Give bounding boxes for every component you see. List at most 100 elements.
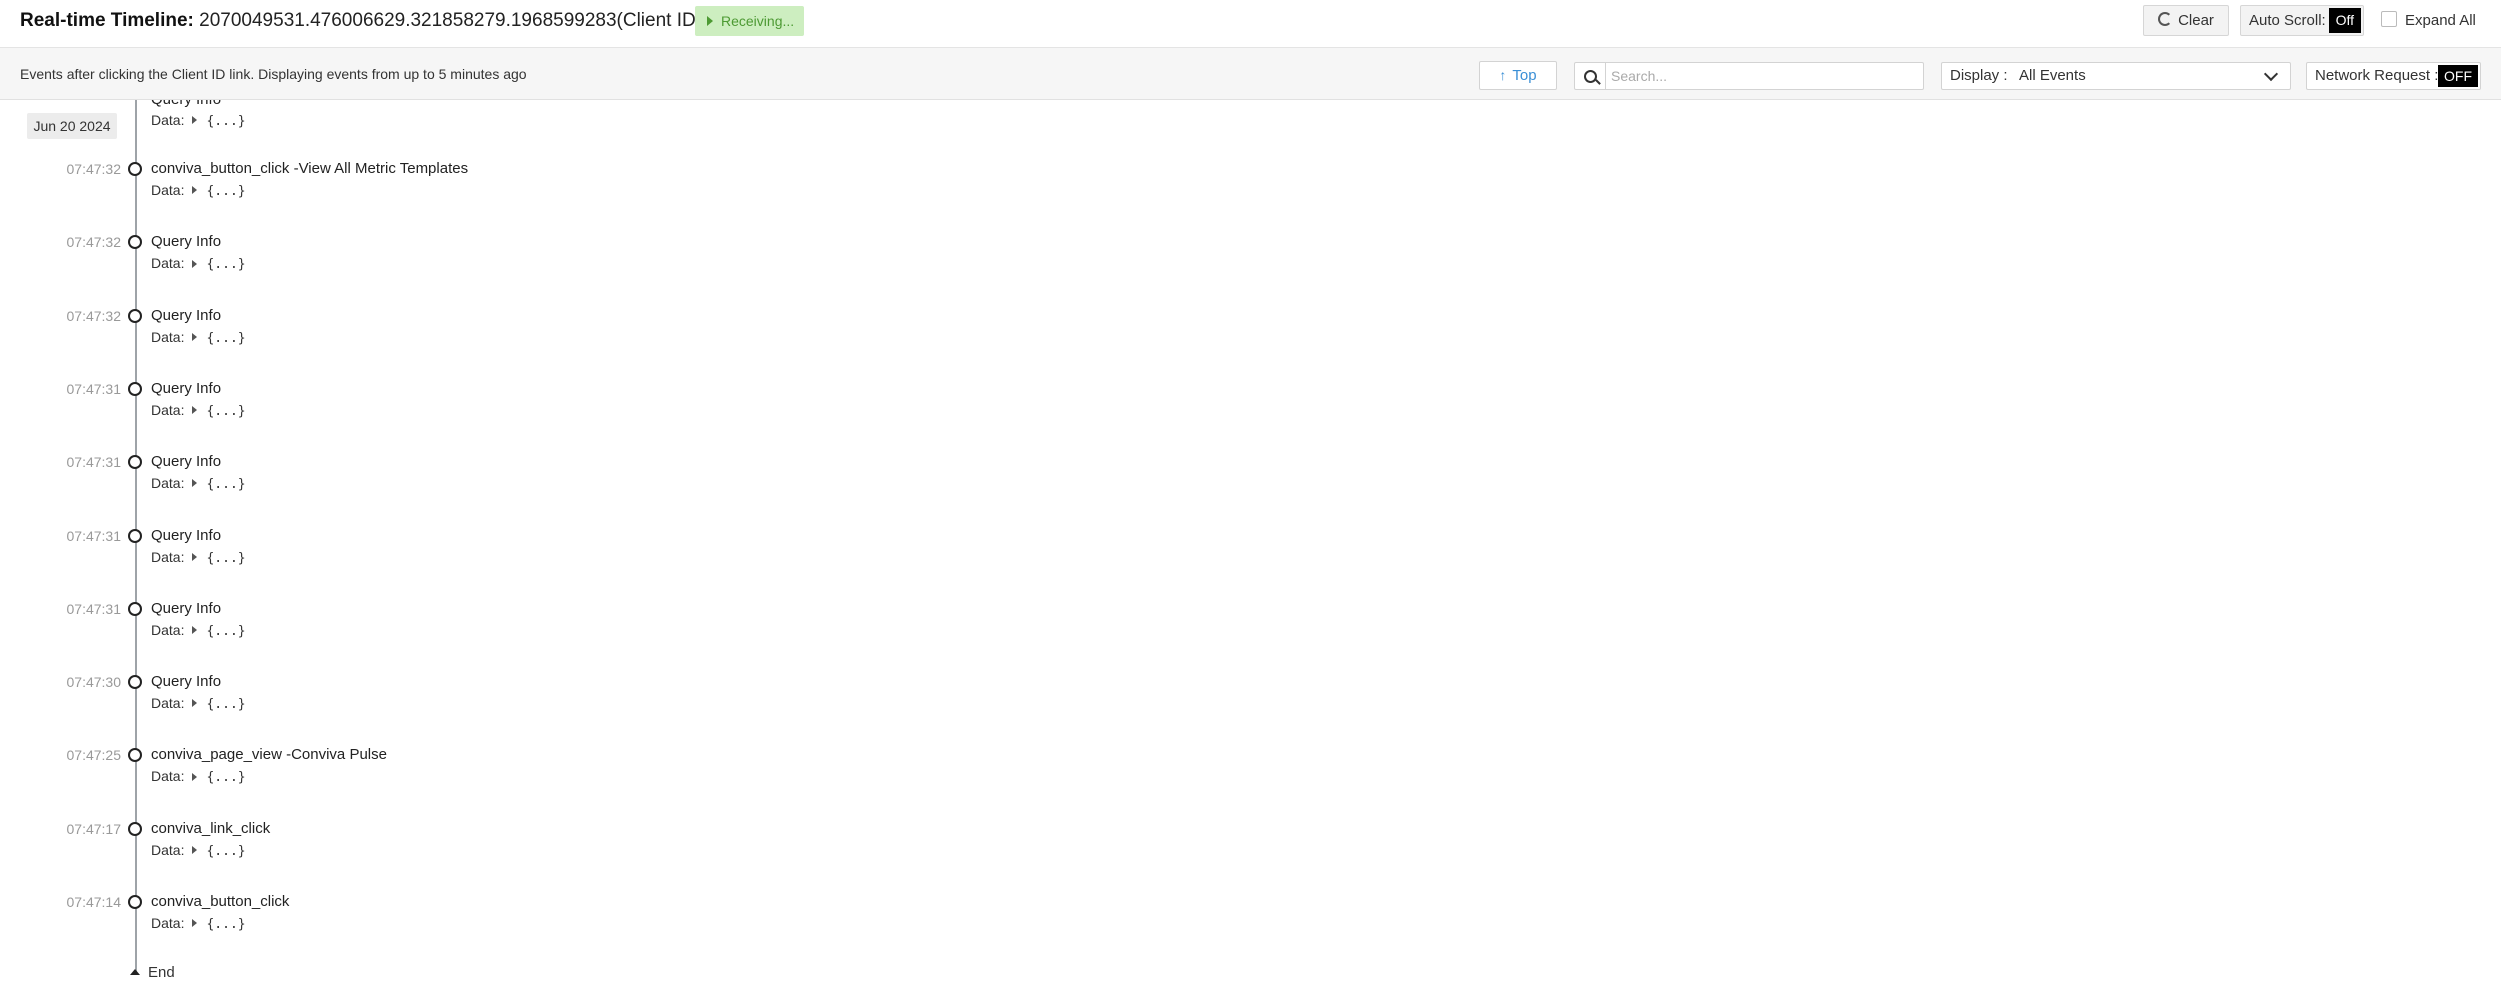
- play-icon: [707, 16, 713, 27]
- data-collapsed-object[interactable]: {...}: [206, 114, 245, 129]
- arrow-up-icon: ↑: [1499, 67, 1507, 83]
- timeline-dot-icon: [128, 455, 142, 470]
- expand-triangle-icon[interactable]: [192, 552, 198, 561]
- event-time: 07:47:31: [66, 380, 122, 397]
- data-collapsed-object[interactable]: {...}: [206, 331, 245, 346]
- data-collapsed-object[interactable]: {...}: [206, 770, 245, 785]
- event-name: Query Info: [151, 379, 222, 397]
- event-time: 07:47:30: [66, 674, 122, 691]
- event-time: 07:47:17: [66, 820, 122, 837]
- event-name: Query Info: [151, 453, 222, 471]
- checkbox-icon[interactable]: [2381, 11, 2397, 28]
- search-icon: [1584, 70, 1597, 83]
- timeline-dot-icon: [128, 308, 142, 323]
- timeline-event[interactable]: 07:47:31 Query Info Data: {...}: [0, 379, 2501, 452]
- toolbar: Events after clicking the Client ID link…: [0, 48, 2501, 100]
- data-label: Data:: [151, 328, 185, 345]
- timeline-event[interactable]: 07:47:31 Query Info Data: {...}: [0, 526, 2501, 599]
- display-select[interactable]: Display : All Events: [1941, 62, 2291, 90]
- data-label: Data:: [151, 915, 185, 931]
- timeline-dot-icon: [128, 821, 142, 836]
- timeline-event[interactable]: 07:47:32 Query Info Data: {...}: [0, 306, 2501, 379]
- timeline-event[interactable]: 07:47:31 Query Info Data: {...}: [0, 452, 2501, 525]
- data-label: Data:: [151, 475, 185, 492]
- timeline-event[interactable]: 07:47:25 conviva_page_view -Conviva Pulse…: [0, 745, 2501, 818]
- date-badge: Jun 20 2024: [27, 113, 117, 139]
- partial-event-name: Query Info: [151, 100, 221, 110]
- data-row: Data: {...}: [151, 547, 246, 569]
- data-row: Data: {...}: [151, 327, 246, 349]
- event-time: 07:47:32: [66, 161, 122, 177]
- timeline-event[interactable]: 07:47:31 Query Info Data: {...}: [0, 599, 2501, 672]
- display-value: All Events: [2019, 67, 2086, 84]
- event-name: conviva_button_click -View All Metric Te…: [151, 160, 469, 177]
- expand-triangle-icon[interactable]: [192, 406, 198, 415]
- timeline-event[interactable]: 07:47:14 conviva_button_click Data: {...}: [0, 892, 2501, 965]
- top-button-label: Top: [1512, 67, 1537, 84]
- event-name: Query Info: [151, 306, 222, 324]
- timeline-dot-icon: [128, 601, 142, 616]
- network-request-label: Network Request :: [2315, 67, 2439, 84]
- data-collapsed-object[interactable]: {...}: [206, 917, 245, 932]
- expand-triangle-icon[interactable]: [192, 845, 198, 854]
- toolbar-description: Events after clicking the Client ID link…: [20, 66, 527, 82]
- timeline-dot-icon: [128, 675, 142, 690]
- network-request-value[interactable]: OFF: [2438, 65, 2478, 87]
- expand-triangle-icon[interactable]: [192, 699, 198, 708]
- clear-button[interactable]: Clear: [2143, 5, 2229, 36]
- timeline-dot-icon: [128, 895, 142, 909]
- event-time: 07:47:31: [66, 454, 122, 471]
- data-label: Data:: [151, 768, 185, 785]
- expand-all-label: Expand All: [2405, 12, 2476, 29]
- event-time: 07:47:25: [66, 747, 122, 764]
- expand-triangle-icon[interactable]: [192, 332, 198, 341]
- data-collapsed-object[interactable]: {...}: [206, 844, 245, 859]
- timeline-end: End: [130, 963, 175, 983]
- header-bar: Real-time Timeline: 2070049531.476006629…: [0, 0, 2501, 48]
- timeline-event[interactable]: 07:47:17 conviva_link_click Data: {...}: [0, 819, 2501, 892]
- data-row: Data: {...}: [151, 840, 246, 862]
- expand-triangle-icon[interactable]: [192, 626, 198, 635]
- network-request-toggle[interactable]: Network Request : OFF: [2306, 62, 2481, 90]
- expand-triangle-icon[interactable]: [192, 116, 198, 125]
- event-time: 07:47:14: [66, 894, 122, 910]
- timeline-dot-icon: [128, 162, 142, 176]
- data-collapsed-object[interactable]: {...}: [206, 624, 245, 639]
- timeline-event[interactable]: 07:47:30 Query Info Data: {...}: [0, 672, 2501, 745]
- expand-triangle-icon[interactable]: [192, 186, 198, 195]
- data-label: Data:: [151, 182, 185, 198]
- event-name: conviva_page_view -Conviva Pulse: [151, 746, 387, 764]
- data-label: Data:: [151, 841, 185, 858]
- auto-scroll-toggle[interactable]: Auto Scroll: Off: [2240, 5, 2364, 36]
- receiving-status-badge[interactable]: Receiving...: [695, 6, 805, 36]
- auto-scroll-value[interactable]: Off: [2328, 8, 2361, 33]
- expand-triangle-icon[interactable]: [192, 772, 198, 781]
- data-row: Data: {...}: [151, 620, 246, 642]
- top-button[interactable]: ↑ Top: [1479, 61, 1557, 90]
- data-collapsed-object[interactable]: {...}: [206, 477, 245, 492]
- expand-triangle-icon[interactable]: [192, 919, 198, 928]
- page-title: Real-time Timeline: 2070049531.476006629…: [20, 0, 702, 41]
- data-label: Data:: [151, 621, 185, 638]
- data-label: Data:: [151, 255, 185, 272]
- data-collapsed-object[interactable]: {...}: [206, 257, 245, 272]
- end-label: End: [148, 964, 175, 981]
- page-title-label: Real-time Timeline:: [20, 10, 194, 31]
- data-row: Data: {...}: [151, 110, 246, 132]
- expand-triangle-icon[interactable]: [192, 479, 198, 488]
- data-collapsed-object[interactable]: {...}: [206, 404, 245, 419]
- data-row: Data: {...}: [151, 253, 246, 275]
- expand-all-checkbox[interactable]: Expand All: [2381, 5, 2476, 36]
- event-time: 07:47:32: [66, 307, 122, 324]
- data-collapsed-object[interactable]: {...}: [206, 697, 245, 712]
- event-name: conviva_link_click: [151, 819, 271, 837]
- expand-triangle-icon[interactable]: [192, 259, 198, 268]
- event-name: Query Info: [151, 526, 222, 544]
- data-collapsed-object[interactable]: {...}: [206, 184, 245, 199]
- search-input[interactable]: [1611, 65, 1911, 87]
- timeline[interactable]: Query Info Data: {...} Jun 20 2024 07:47:…: [0, 100, 2501, 1003]
- data-collapsed-object[interactable]: {...}: [206, 551, 245, 566]
- timeline-event[interactable]: 07:47:32 Query Info Data: {...}: [0, 232, 2501, 305]
- timeline-event[interactable]: 07:47:32 conviva_button_click -View All M…: [0, 159, 2501, 232]
- data-label: Data:: [151, 401, 185, 418]
